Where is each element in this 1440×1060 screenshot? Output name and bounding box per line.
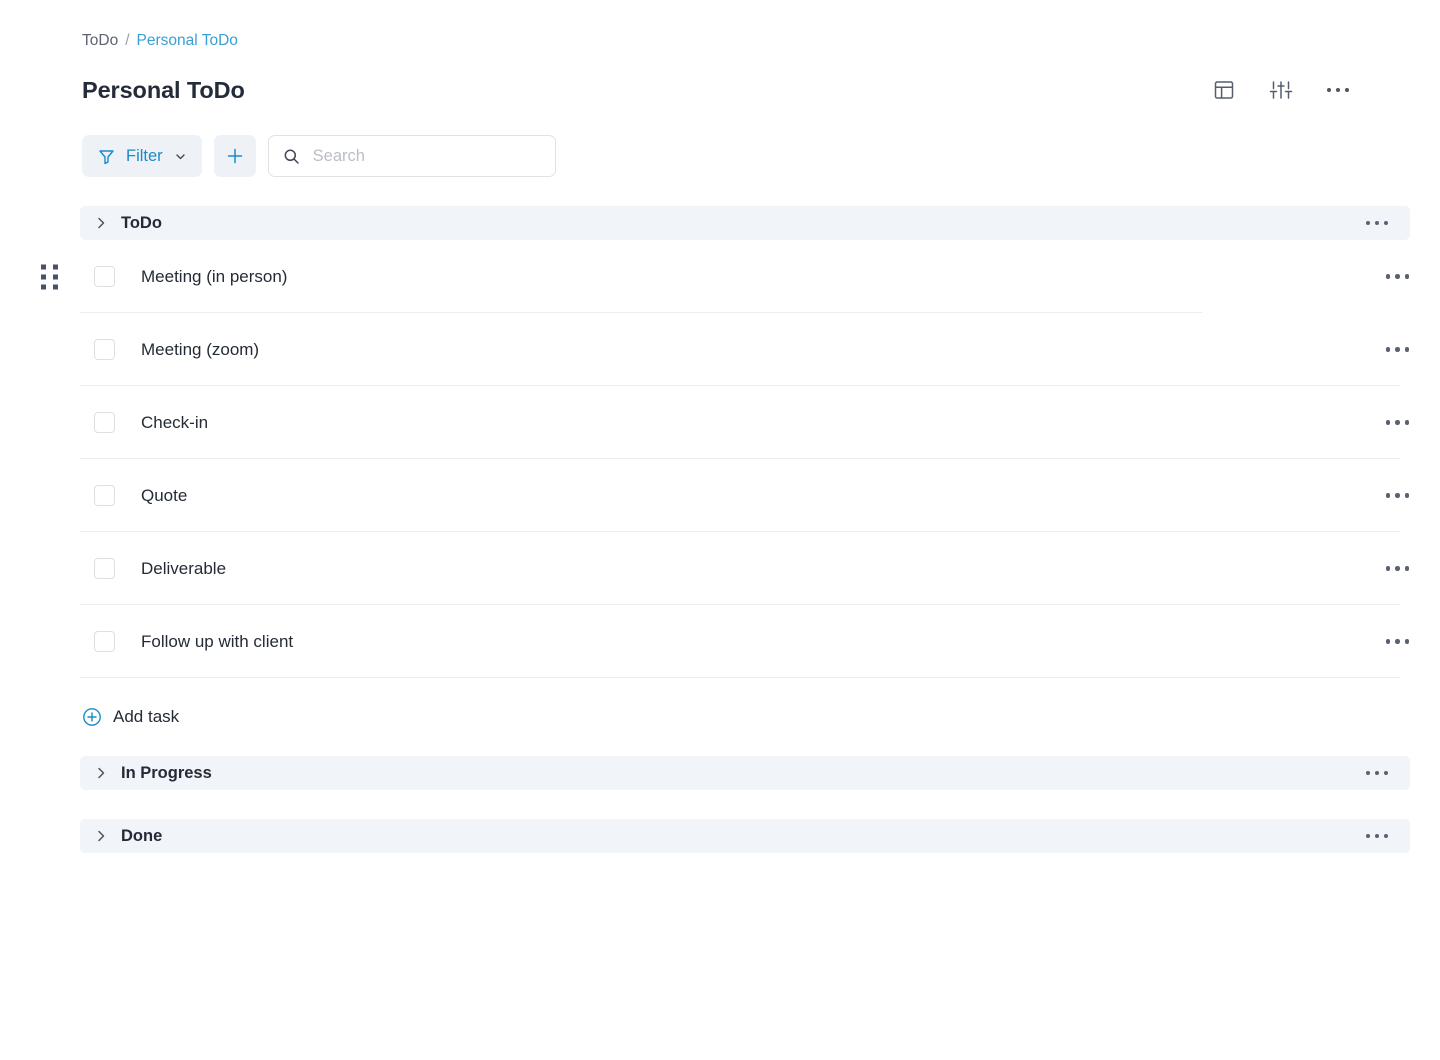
breadcrumb-root[interactable]: ToDo [82,31,118,51]
task-title: Quote [141,485,188,505]
plus-icon [226,147,244,165]
table-row[interactable]: Deliverable [0,532,1440,605]
toolbar: Filter [82,135,556,177]
add-button[interactable] [213,135,256,177]
task-title: Deliverable [141,558,227,578]
task-list-todo: Meeting (in person) Meeting (zoom) Check… [0,240,1440,678]
group-title: In Progress [121,764,212,782]
filter-label: Filter [126,147,163,165]
add-task-label: Add task [113,707,180,726]
task-menu-icon[interactable] [1385,493,1409,498]
task-menu-icon[interactable] [1385,347,1409,352]
group-menu-icon[interactable] [1365,770,1388,776]
task-checkbox[interactable] [94,339,115,360]
group-header-in-progress[interactable]: In Progress [80,756,1410,790]
breadcrumb-separator: / [125,32,130,49]
breadcrumb: ToDo / Personal ToDo [82,31,238,51]
task-menu-icon[interactable] [1385,420,1409,425]
layout-icon[interactable] [1208,74,1240,106]
task-checkbox[interactable] [94,558,115,579]
task-checkbox[interactable] [94,631,115,652]
chevron-right-icon[interactable] [88,216,114,230]
table-row[interactable]: Meeting (in person) [0,240,1440,313]
task-checkbox[interactable] [94,412,115,433]
table-row[interactable]: Meeting (zoom) [0,313,1440,386]
task-title: Follow up with client [141,631,294,651]
settings-sliders-icon[interactable] [1265,74,1297,106]
breadcrumb-current[interactable]: Personal ToDo [137,31,238,51]
search-box[interactable] [267,135,556,177]
search-input[interactable] [310,145,541,167]
funnel-icon [98,148,115,165]
group-title: ToDo [121,214,162,232]
row-divider [80,677,1400,678]
filter-button[interactable]: Filter [82,135,202,177]
chevron-right-icon[interactable] [88,829,114,843]
group-header-todo[interactable]: ToDo [80,206,1410,240]
table-row[interactable]: Quote [0,459,1440,532]
table-row[interactable]: Check-in [0,386,1440,459]
group-menu-icon[interactable] [1365,833,1388,839]
chevron-right-icon[interactable] [88,766,114,780]
task-checkbox[interactable] [94,485,115,506]
add-task-button[interactable]: Add task [82,694,179,740]
page-title: Personal ToDo [82,77,245,103]
task-title: Meeting (in person) [141,266,288,286]
group-header-done[interactable]: Done [80,819,1410,853]
more-dots [1326,87,1350,93]
drag-handle-icon[interactable] [41,264,58,289]
task-menu-icon[interactable] [1385,274,1409,279]
task-checkbox[interactable] [94,266,115,287]
task-title: Check-in [141,412,209,432]
circle-plus-icon [82,707,102,727]
task-menu-icon[interactable] [1385,639,1409,644]
search-icon [283,148,300,165]
more-horizontal-icon[interactable] [1322,74,1354,106]
group-title: Done [121,827,163,845]
table-row[interactable]: Follow up with client [0,605,1440,678]
header-actions [1208,74,1354,106]
group-menu-icon[interactable] [1365,220,1388,226]
board: ToDo Meeting (in person) Meeting (zoom) … [0,206,1440,853]
chevron-down-icon [174,150,187,163]
task-title: Meeting (zoom) [141,339,260,359]
task-menu-icon[interactable] [1385,566,1409,571]
